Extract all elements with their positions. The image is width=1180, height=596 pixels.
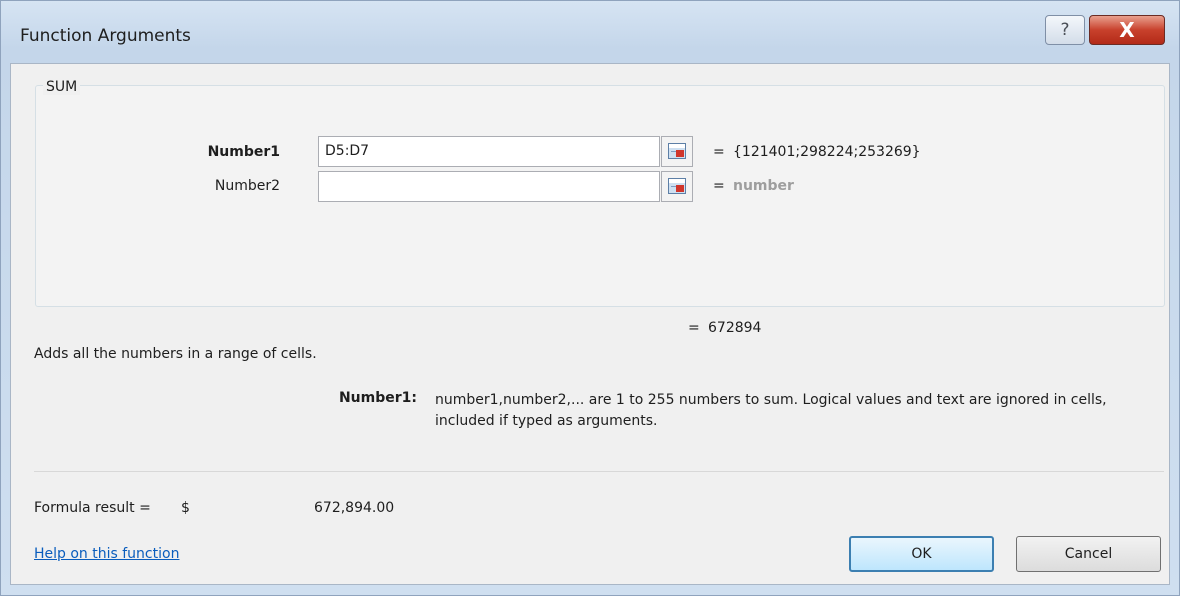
total-result: 672894: [708, 320, 762, 336]
number1-result: {121401;298224;253269}: [733, 144, 921, 160]
argument-help-text: number1,number2,... are 1 to 255 numbers…: [435, 392, 1107, 429]
close-button[interactable]: X: [1089, 15, 1165, 45]
number2-equals: =: [713, 178, 725, 194]
number2-collapse-button[interactable]: [661, 171, 693, 202]
formula-result-label: Formula result =: [34, 500, 151, 516]
title-bar: Function Arguments ? X: [1, 1, 1179, 63]
ok-button[interactable]: OK: [849, 536, 994, 572]
number2-result: number: [733, 178, 794, 194]
collapse-dialog-icon: [668, 178, 686, 194]
number1-input[interactable]: D5:D7: [318, 136, 660, 167]
argument-help-label: Number1:: [338, 390, 417, 406]
dialog-title: Function Arguments: [20, 26, 191, 46]
help-button[interactable]: ?: [1045, 15, 1085, 45]
cancel-button[interactable]: Cancel: [1016, 536, 1161, 572]
number1-equals: =: [713, 144, 725, 160]
function-description: Adds all the numbers in a range of cells…: [34, 346, 317, 362]
function-arguments-dialog: Function Arguments ? X Number1 D5:D7 = {…: [0, 0, 1180, 596]
close-icon: X: [1119, 18, 1135, 42]
formula-result-value: 672,894.00: [314, 500, 395, 516]
collapse-dialog-icon: [668, 143, 686, 159]
arguments-group: Number1 D5:D7 = {121401;298224;253269} N…: [35, 85, 1165, 307]
help-icon: ?: [1060, 20, 1070, 40]
dialog-body: Number1 D5:D7 = {121401;298224;253269} N…: [10, 63, 1170, 585]
number2-input[interactable]: [318, 171, 660, 202]
total-equals: =: [688, 320, 700, 336]
divider: [34, 471, 1164, 472]
number1-collapse-button[interactable]: [661, 136, 693, 167]
formula-result-currency: $: [181, 500, 190, 516]
help-on-function-link[interactable]: Help on this function: [34, 546, 179, 562]
function-name: SUM: [43, 79, 81, 95]
number2-label: Number2: [214, 178, 280, 194]
number1-label: Number1: [207, 144, 280, 160]
